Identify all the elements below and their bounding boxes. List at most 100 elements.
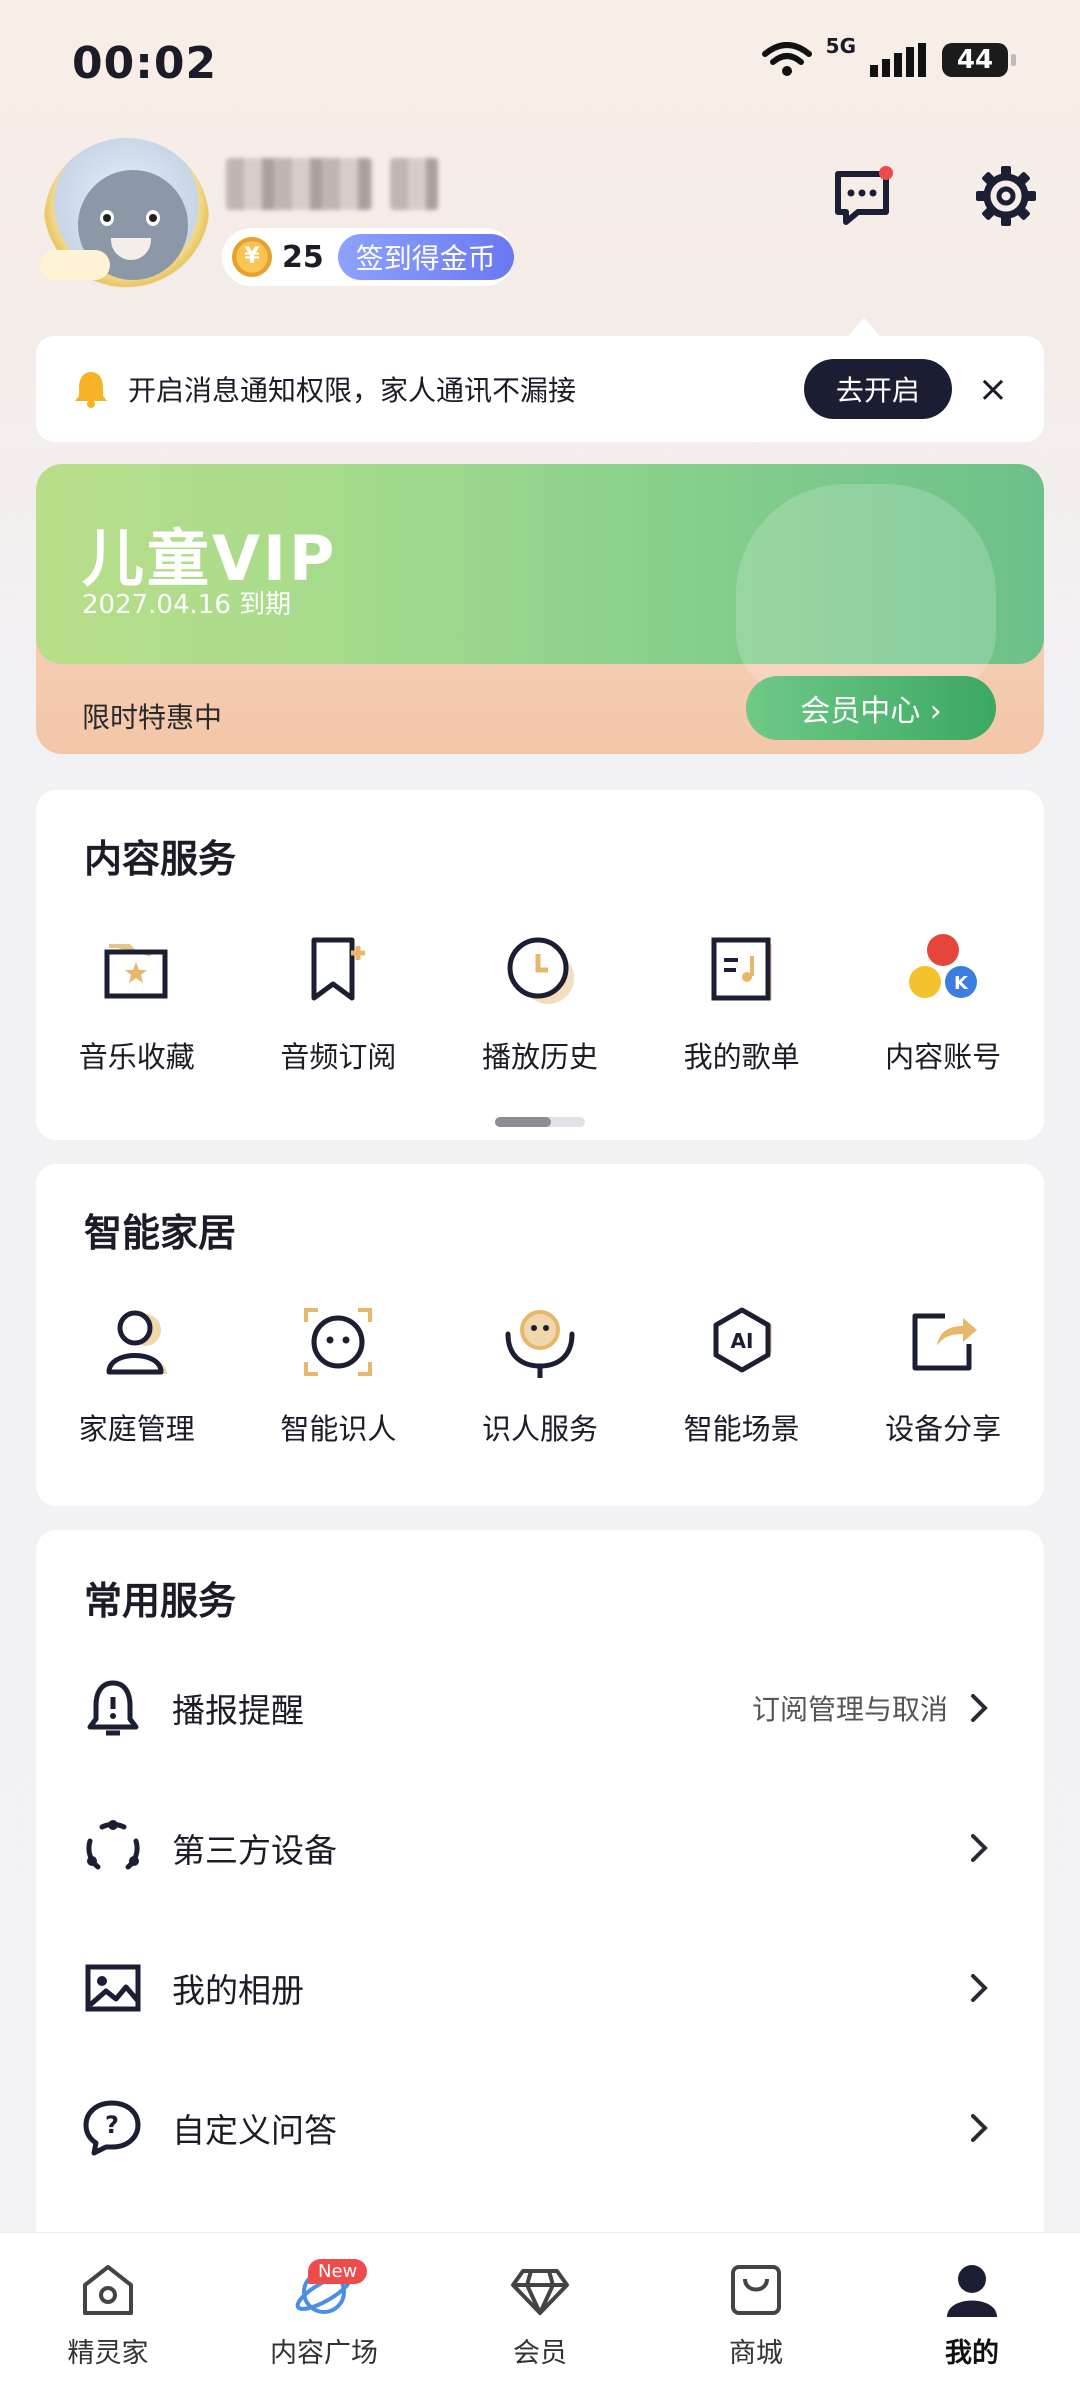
ai-scene-icon: AI bbox=[713, 1307, 772, 1373]
row-custom-qa[interactable]: ? 自定义问答 bbox=[36, 2058, 1044, 2198]
nav-label: 商城 bbox=[729, 2338, 783, 2369]
grid-item-ai-scene[interactable]: AI 智能场景 bbox=[641, 1300, 843, 1448]
row-label: 第三方设备 bbox=[172, 1831, 337, 1870]
bottom-navigation: 精灵家 New 内容广场 会员 商城 我的 bbox=[0, 2232, 1080, 2399]
play-history-icon bbox=[507, 937, 574, 1004]
smart-home-card: 智能家居 家庭管理 智能识人 识人服务 AI 智能场景 设备分享 bbox=[36, 1164, 1044, 1506]
nav-item-content-plaza[interactable]: New 内容广场 bbox=[216, 2233, 432, 2399]
grid-item-recognition-service[interactable]: 识人服务 bbox=[439, 1300, 641, 1448]
vip-card[interactable]: 儿童VIP 2027.04.16 到期 限时特惠中 会员中心 › bbox=[36, 464, 1044, 754]
content-services-grid: 音乐收藏 音频订阅 播放历史 我的歌单 K 内容账号 bbox=[36, 928, 1044, 1076]
avatar-eye-left bbox=[100, 210, 114, 226]
playlist-icon bbox=[711, 937, 772, 1001]
diamond-icon bbox=[511, 2269, 569, 2315]
notification-banner: 开启消息通知权限，家人通讯不漏接 去开启 × bbox=[36, 336, 1044, 442]
member-center-button[interactable]: 会员中心 › bbox=[746, 676, 996, 740]
signal-icon bbox=[870, 43, 926, 77]
row-label: 自定义问答 bbox=[172, 2111, 337, 2150]
grid-label: 设备分享 bbox=[885, 1412, 1002, 1446]
vip-deal-text: 限时特惠中 bbox=[82, 701, 223, 734]
section-title: 常用服务 bbox=[84, 1579, 237, 1623]
new-badge: New bbox=[308, 2259, 368, 2284]
grid-label: 识人服务 bbox=[481, 1412, 598, 1446]
section-title: 内容服务 bbox=[84, 837, 237, 881]
nav-item-home[interactable]: 精灵家 bbox=[0, 2233, 216, 2399]
common-services-card: 常用服务 播报提醒 订阅管理与取消 第三方设备 我的相册 ? 自定义问答 bbox=[36, 1530, 1044, 2250]
content-account-icon: K bbox=[909, 934, 978, 998]
grid-item-content-account[interactable]: K 内容账号 bbox=[842, 928, 1044, 1076]
grid-label: 我的歌单 bbox=[683, 1040, 800, 1074]
nav-item-member[interactable]: 会员 bbox=[432, 2233, 648, 2399]
checkin-button[interactable]: 签到得金币 bbox=[337, 234, 514, 280]
battery-indicator: 44 bbox=[942, 43, 1016, 77]
row-broadcast-reminder[interactable]: 播报提醒 订阅管理与取消 bbox=[36, 1638, 1044, 1778]
username-blurred bbox=[226, 158, 372, 210]
grid-label: 家庭管理 bbox=[78, 1412, 195, 1446]
row-third-party-device[interactable]: 第三方设备 bbox=[36, 1778, 1044, 1918]
grid-item-play-history[interactable]: 播放历史 bbox=[439, 928, 641, 1076]
coin-icon: ¥ bbox=[232, 237, 272, 277]
notice-pointer bbox=[848, 318, 880, 336]
grid-item-audio-subscribe[interactable]: 音频订阅 bbox=[238, 928, 440, 1076]
row-label: 播报提醒 bbox=[172, 1691, 304, 1730]
avatar-cloud-decoration bbox=[40, 250, 110, 280]
vip-expire-date: 2027.04.16 到期 bbox=[82, 590, 292, 620]
device-share-icon bbox=[912, 1313, 978, 1371]
home-icon bbox=[83, 2265, 133, 2315]
nav-label: 内容广场 bbox=[270, 2338, 378, 2369]
nav-label: 会员 bbox=[513, 2338, 567, 2369]
album-icon bbox=[85, 1964, 141, 2012]
svg-text:?: ? bbox=[105, 2111, 119, 2139]
shop-bag-icon bbox=[731, 2265, 781, 2315]
grid-label: 内容账号 bbox=[885, 1040, 1002, 1074]
grid-item-face-recognition[interactable]: 智能识人 bbox=[238, 1300, 440, 1448]
custom-qa-icon: ? bbox=[83, 2100, 141, 2156]
grid-item-family[interactable]: 家庭管理 bbox=[36, 1300, 238, 1448]
svg-text:AI: AI bbox=[730, 1329, 753, 1353]
network-label: 5G bbox=[825, 34, 856, 58]
recognition-service-icon bbox=[505, 1310, 575, 1378]
message-icon[interactable] bbox=[828, 160, 900, 232]
nav-label: 我的 bbox=[945, 2338, 999, 2369]
nav-label: 精灵家 bbox=[67, 2338, 149, 2369]
notice-text: 开启消息通知权限，家人通讯不漏接 bbox=[128, 374, 577, 407]
face-recognition-icon bbox=[304, 1308, 373, 1376]
profile-icon bbox=[947, 2265, 997, 2317]
chevron-right-icon bbox=[971, 1974, 988, 2002]
chevron-right-icon bbox=[971, 2114, 988, 2142]
status-icons: 5G 44 bbox=[761, 34, 1016, 78]
music-favorites-icon bbox=[104, 944, 168, 999]
svg-text:K: K bbox=[954, 973, 969, 994]
vip-leaf-decoration bbox=[736, 484, 996, 694]
coin-pill[interactable]: ¥ 25 签到得金币 bbox=[222, 228, 514, 286]
audio-subscribe-icon bbox=[311, 937, 366, 1001]
grid-label: 音频订阅 bbox=[280, 1040, 397, 1074]
avatar-eye-right bbox=[146, 210, 160, 226]
family-icon bbox=[106, 1310, 167, 1375]
bell-notice-icon bbox=[75, 372, 107, 408]
grid-label: 智能场景 bbox=[683, 1412, 800, 1446]
nav-item-profile[interactable]: 我的 bbox=[864, 2233, 1080, 2399]
content-services-card: 内容服务 音乐收藏 音频订阅 播放历史 我的歌单 K 内容账号 bbox=[36, 790, 1044, 1140]
smart-home-grid: 家庭管理 智能识人 识人服务 AI 智能场景 设备分享 bbox=[36, 1300, 1044, 1448]
row-label: 我的相册 bbox=[172, 1971, 304, 2010]
wifi-icon bbox=[761, 42, 812, 76]
grid-label: 智能识人 bbox=[280, 1412, 397, 1446]
section-title: 智能家居 bbox=[84, 1211, 237, 1255]
grid-item-device-share[interactable]: 设备分享 bbox=[842, 1300, 1044, 1448]
settings-gear-icon[interactable] bbox=[970, 160, 1042, 232]
enable-notification-button[interactable]: 去开启 bbox=[803, 359, 952, 419]
third-party-device-icon bbox=[86, 1820, 140, 1870]
chevron-right-icon bbox=[971, 1834, 988, 1862]
row-my-album[interactable]: 我的相册 bbox=[36, 1918, 1044, 2058]
grid-item-playlist[interactable]: 我的歌单 bbox=[641, 928, 843, 1076]
coin-count: 25 bbox=[282, 239, 324, 275]
grid-label: 音乐收藏 bbox=[78, 1040, 195, 1074]
grid-label: 播放历史 bbox=[481, 1040, 598, 1074]
grid-item-music-favorites[interactable]: 音乐收藏 bbox=[36, 928, 238, 1076]
nav-item-shop[interactable]: 商城 bbox=[648, 2233, 864, 2399]
scroll-indicator bbox=[495, 1117, 585, 1127]
subscription-manage-link[interactable]: 订阅管理与取消 bbox=[752, 1688, 948, 1728]
status-time: 00:02 bbox=[72, 38, 218, 89]
close-icon[interactable]: × bbox=[978, 369, 1008, 410]
